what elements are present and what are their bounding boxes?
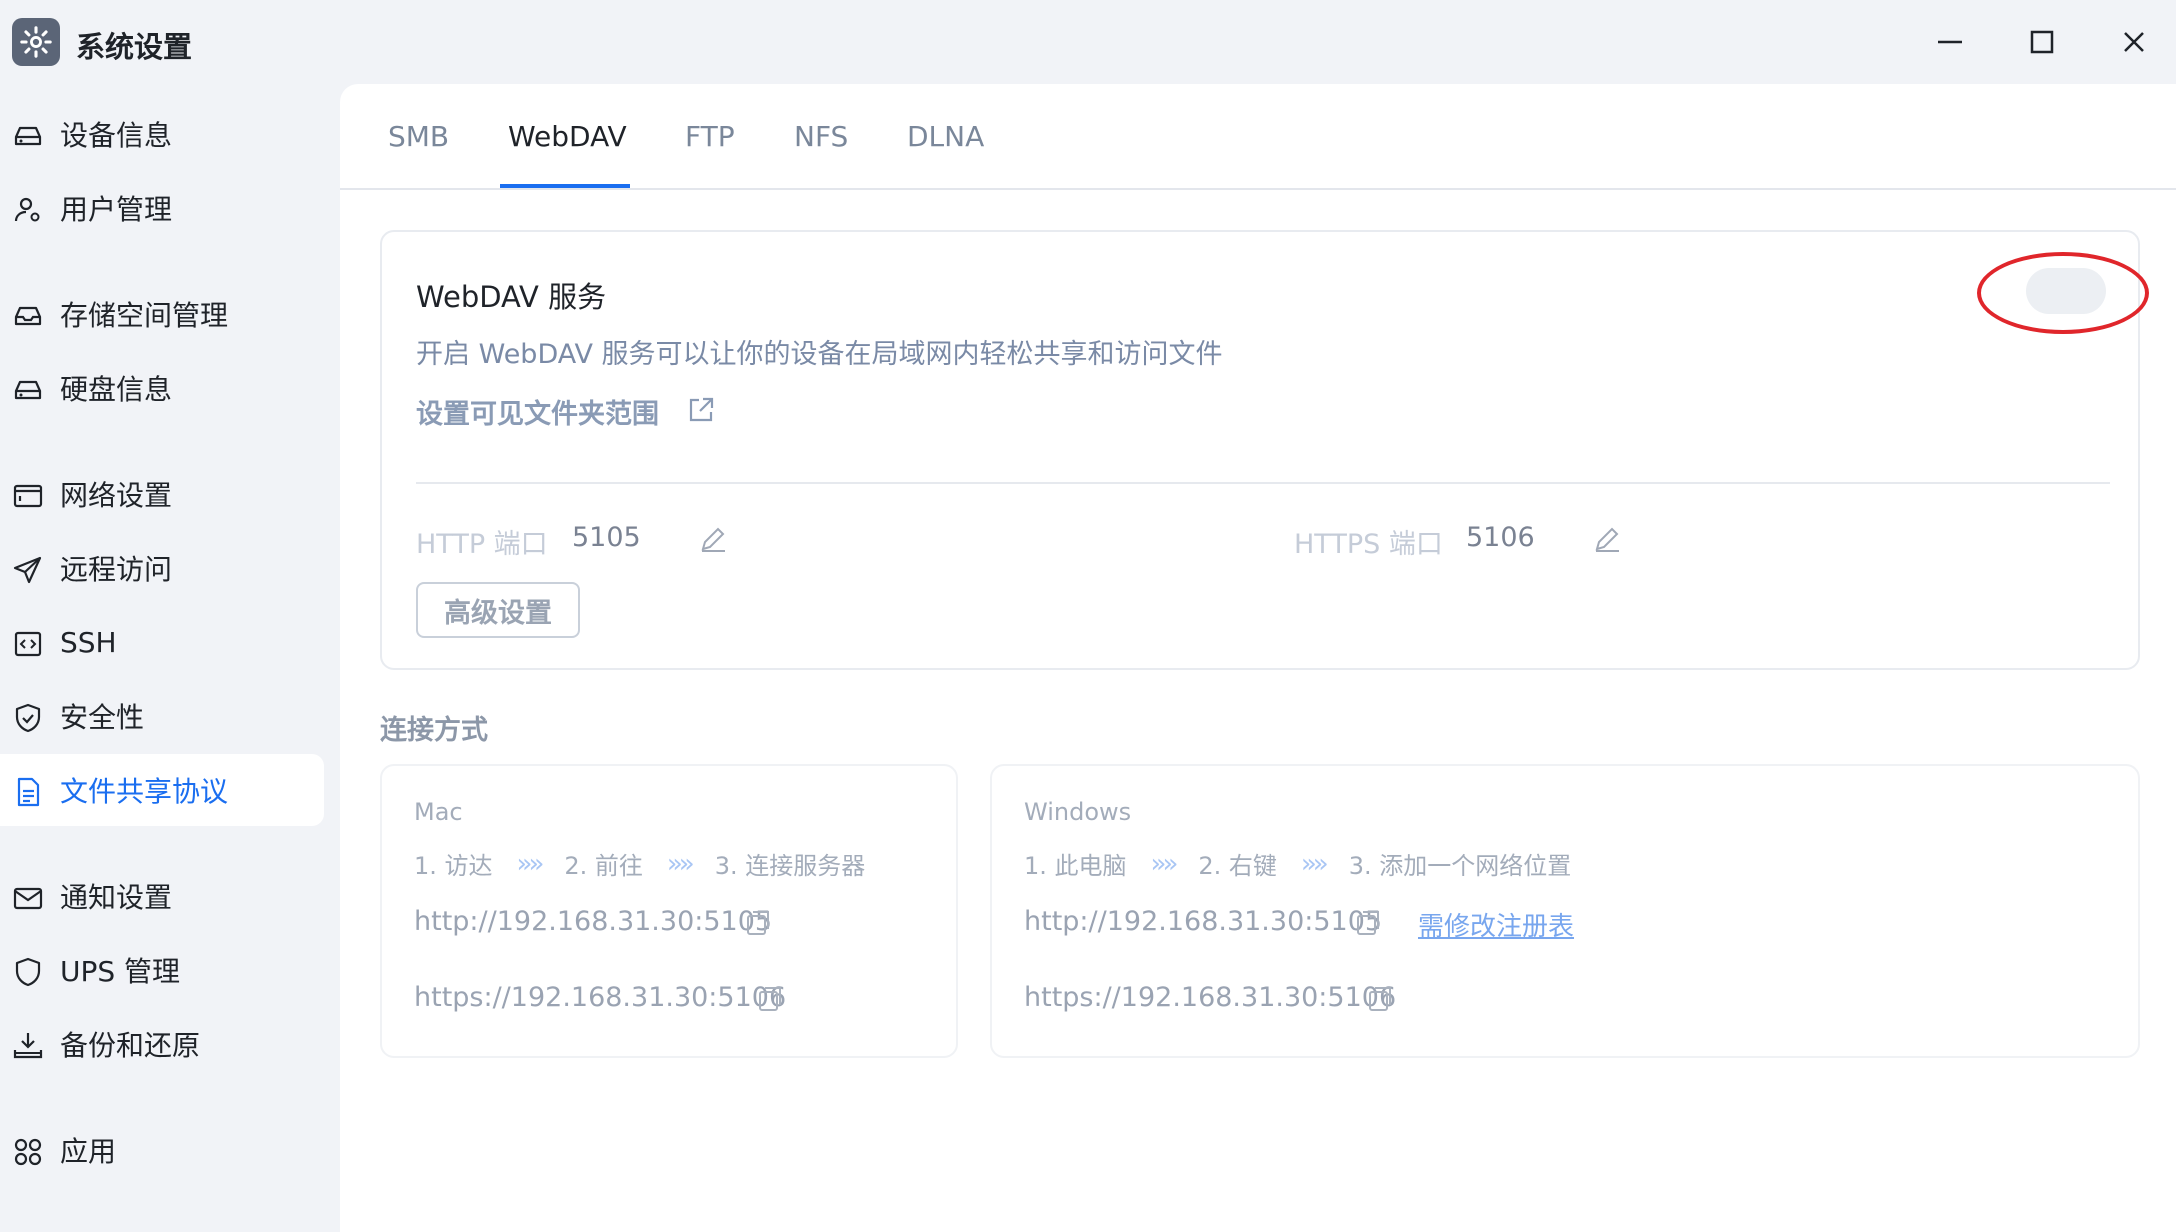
- mac-http-url: http://192.168.31.30:5105: [414, 906, 773, 937]
- active-tab-indicator: [500, 184, 630, 188]
- sidebar-item-label: 硬盘信息: [60, 373, 173, 406]
- sidebar-item-label: 存储空间管理: [60, 299, 229, 332]
- close-button[interactable]: [2104, 14, 2164, 70]
- sidebar-item-label: 网络设置: [60, 479, 173, 512]
- sidebar-item-file-sharing[interactable]: 文件共享协议: [0, 754, 324, 826]
- os-name: Mac: [414, 798, 463, 826]
- windows-http-url: http://192.168.31.30:5105: [1024, 906, 1383, 937]
- sidebar-item-ssh[interactable]: SSH: [0, 606, 324, 678]
- sidebar-item-ups[interactable]: UPS 管理: [0, 934, 324, 1006]
- os-name: Windows: [1024, 798, 1132, 826]
- mac-steps: 1. 访达 »» 2. 前往 »» 3. 连接服务器: [414, 846, 865, 881]
- step-item: 3. 连接服务器: [714, 852, 866, 880]
- mac-connection-card: Mac 1. 访达 »» 2. 前往 »» 3. 连接服务器 http://19…: [380, 764, 958, 1058]
- windows-https-url: https://192.168.31.30:5106: [1024, 982, 1397, 1013]
- tab-smb[interactable]: SMB: [388, 120, 449, 153]
- sidebar-item-security[interactable]: 安全性: [0, 680, 324, 752]
- sidebar-item-label: 远程访问: [60, 553, 173, 586]
- tab-ftp[interactable]: FTP: [685, 120, 735, 153]
- network-window-icon: [13, 484, 43, 508]
- mail-icon: [13, 887, 43, 910]
- step-item: 2. 右键: [1198, 852, 1277, 880]
- http-port-value: 5105: [572, 522, 641, 553]
- registry-edit-link[interactable]: 需修改注册表: [1418, 906, 1574, 943]
- sidebar-item-remote-access[interactable]: 远程访问: [0, 532, 324, 604]
- service-description: 开启 WebDAV 服务可以让你的设备在局域网内轻松共享和访问文件: [416, 339, 1223, 370]
- tab-webdav[interactable]: WebDAV: [508, 120, 627, 153]
- sidebar: 设备信息 用户管理 存储空间管理 硬盘信息 网络设置 远程访问 SSH 安全性 …: [0, 84, 340, 1232]
- windows-connection-card: Windows 1. 此电脑 »» 2. 右键 »» 3. 添加一个网络位置 h…: [990, 764, 2140, 1058]
- https-port-value: 5106: [1466, 522, 1535, 553]
- service-title: WebDAV 服务: [416, 280, 607, 314]
- sidebar-item-label: 设备信息: [60, 119, 173, 152]
- windows-steps: 1. 此电脑 »» 2. 右键 »» 3. 添加一个网络位置: [1024, 846, 1571, 881]
- shield-icon: [15, 957, 41, 987]
- step-item: 1. 访达: [414, 852, 493, 880]
- sidebar-item-apps[interactable]: 应用: [0, 1114, 324, 1186]
- sidebar-item-user-management[interactable]: 用户管理: [0, 172, 324, 244]
- copy-icon[interactable]: [756, 984, 786, 1014]
- sidebar-item-label: 备份和还原: [60, 1029, 201, 1062]
- apps-grid-icon: [14, 1138, 42, 1166]
- webdav-service-card: WebDAV 服务 开启 WebDAV 服务可以让你的设备在局域网内轻松共享和访…: [380, 230, 2149, 670]
- chevrons-right-icon: »»: [516, 848, 545, 879]
- sidebar-item-label: 安全性: [60, 701, 145, 734]
- sidebar-item-device-info[interactable]: 设备信息: [0, 98, 324, 170]
- copy-icon[interactable]: [1354, 908, 1384, 938]
- hard-drive-icon: [14, 380, 42, 400]
- connection-section-title: 连接方式: [380, 715, 488, 746]
- step-item: 3. 添加一个网络位置: [1348, 852, 1572, 880]
- http-port-label: HTTP 端口: [416, 529, 548, 560]
- highlight-annotation-circle: [1977, 252, 2149, 334]
- main-panel: SMB WebDAV FTP NFS DLNA WebDAV 服务 开启 Web…: [340, 84, 2176, 1232]
- sidebar-item-label: 文件共享协议: [60, 775, 229, 808]
- sidebar-item-notifications[interactable]: 通知设置: [0, 860, 324, 932]
- copy-icon[interactable]: [744, 908, 774, 938]
- minimize-button[interactable]: [1920, 14, 1980, 70]
- protocol-tabs: SMB WebDAV FTP NFS DLNA: [340, 84, 2176, 190]
- visible-folder-link[interactable]: 设置可见文件夹范围: [416, 392, 659, 431]
- mac-https-url: https://192.168.31.30:5106: [414, 982, 787, 1013]
- tab-nfs[interactable]: NFS: [794, 120, 848, 153]
- sidebar-item-label: 应用: [60, 1135, 117, 1168]
- edit-pencil-icon[interactable]: [698, 524, 728, 554]
- edit-pencil-icon[interactable]: [1592, 524, 1622, 554]
- sidebar-item-label: 通知设置: [60, 881, 173, 914]
- sidebar-item-label: 用户管理: [60, 193, 173, 226]
- document-icon: [17, 777, 40, 807]
- sidebar-item-disk-info[interactable]: 硬盘信息: [0, 352, 324, 424]
- sidebar-item-label: SSH: [60, 625, 117, 659]
- sidebar-item-label: UPS 管理: [60, 955, 181, 988]
- shield-check-icon: [15, 703, 41, 733]
- sidebar-item-backup[interactable]: 备份和还原: [0, 1008, 324, 1080]
- step-item: 2. 前往: [564, 852, 643, 880]
- divider: [416, 482, 2110, 484]
- chevrons-right-icon: »»: [666, 848, 695, 879]
- copy-icon[interactable]: [1366, 984, 1396, 1014]
- title-bar: 系统设置: [0, 0, 2176, 84]
- tab-dlna[interactable]: DLNA: [907, 120, 984, 153]
- maximize-button[interactable]: [2012, 14, 2072, 70]
- app-title: 系统设置: [76, 30, 193, 64]
- settings-gear-icon: [12, 18, 60, 66]
- step-item: 1. 此电脑: [1024, 852, 1127, 880]
- external-link-icon[interactable]: [686, 395, 716, 425]
- user-settings-icon: [14, 197, 40, 222]
- chevrons-right-icon: »»: [1300, 848, 1329, 879]
- https-port-label: HTTPS 端口: [1294, 529, 1443, 560]
- hard-drive-icon: [14, 126, 42, 146]
- sidebar-item-network[interactable]: 网络设置: [0, 458, 324, 530]
- send-icon: [13, 556, 42, 584]
- chevrons-right-icon: »»: [1150, 848, 1179, 879]
- code-box-icon: [14, 631, 42, 657]
- inbox-icon: [14, 306, 42, 326]
- download-tray-icon: [13, 1033, 43, 1059]
- sidebar-item-storage[interactable]: 存储空间管理: [0, 278, 324, 350]
- advanced-settings-button[interactable]: 高级设置: [416, 582, 580, 638]
